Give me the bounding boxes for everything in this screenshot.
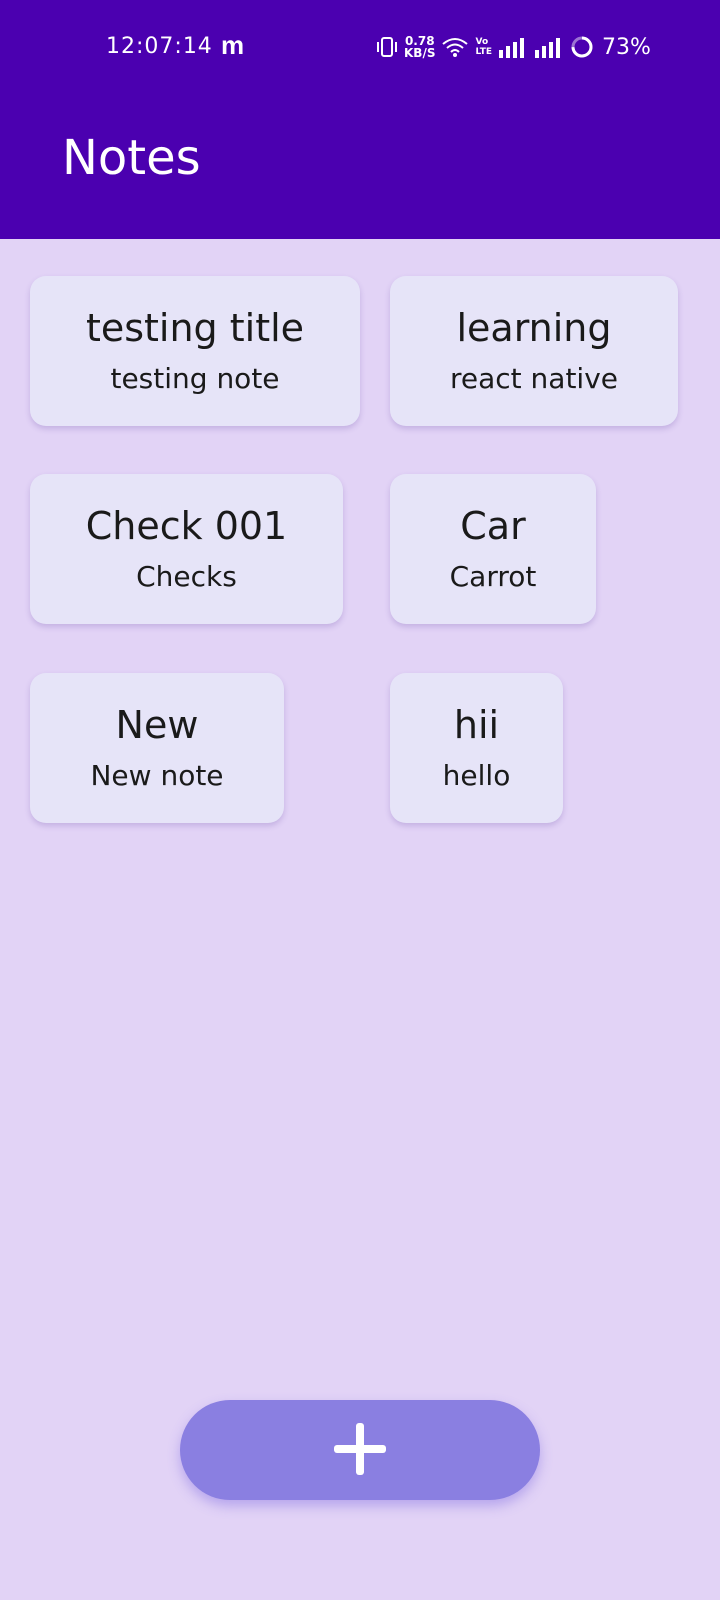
note-card[interactable]: New New note [30,673,284,823]
vibrate-icon [376,35,398,59]
page-title: Notes [62,130,201,186]
note-body: Carrot [449,560,537,593]
note-title: Check 001 [85,504,288,548]
app-bar: 12:07:14 m 0.78 KB/S Vo LTE 73% Notes [0,0,720,239]
signal-icon [534,36,564,58]
network-speed: 0.78 KB/S [404,35,435,59]
note-body: New note [90,759,224,792]
wifi-icon [441,36,469,58]
note-title: testing title [85,306,305,350]
note-body: testing note [110,362,280,395]
note-title: Car [460,504,526,548]
note-title: learning [456,306,612,350]
network-speed-unit: KB/S [404,46,436,60]
note-title: hii [453,703,500,747]
note-card[interactable]: Car Carrot [390,474,596,624]
plus-icon [330,1419,390,1482]
battery-ring-icon [570,35,594,59]
note-body: Checks [136,560,237,593]
volte-top: Vo [475,37,489,47]
note-card[interactable]: testing title testing note [30,276,360,426]
note-title: New [115,703,199,747]
status-icons: 0.78 KB/S Vo LTE 73% [376,30,651,64]
battery-level: 73% [602,34,651,60]
note-card[interactable]: Check 001 Checks [30,474,343,624]
volte-bottom: LTE [475,47,493,57]
status-bar: 12:07:14 m 0.78 KB/S Vo LTE 73% [0,0,720,92]
carrier-icon: m [221,30,245,60]
note-card[interactable]: hii hello [390,673,563,823]
status-time: 12:07:14 [106,34,213,59]
signal-icon [498,36,528,58]
note-body: react native [449,362,618,395]
note-body: hello [442,759,511,792]
volte-indicator: Vo LTE [475,37,492,57]
note-card[interactable]: learning react native [390,276,678,426]
add-note-button[interactable] [180,1400,540,1500]
